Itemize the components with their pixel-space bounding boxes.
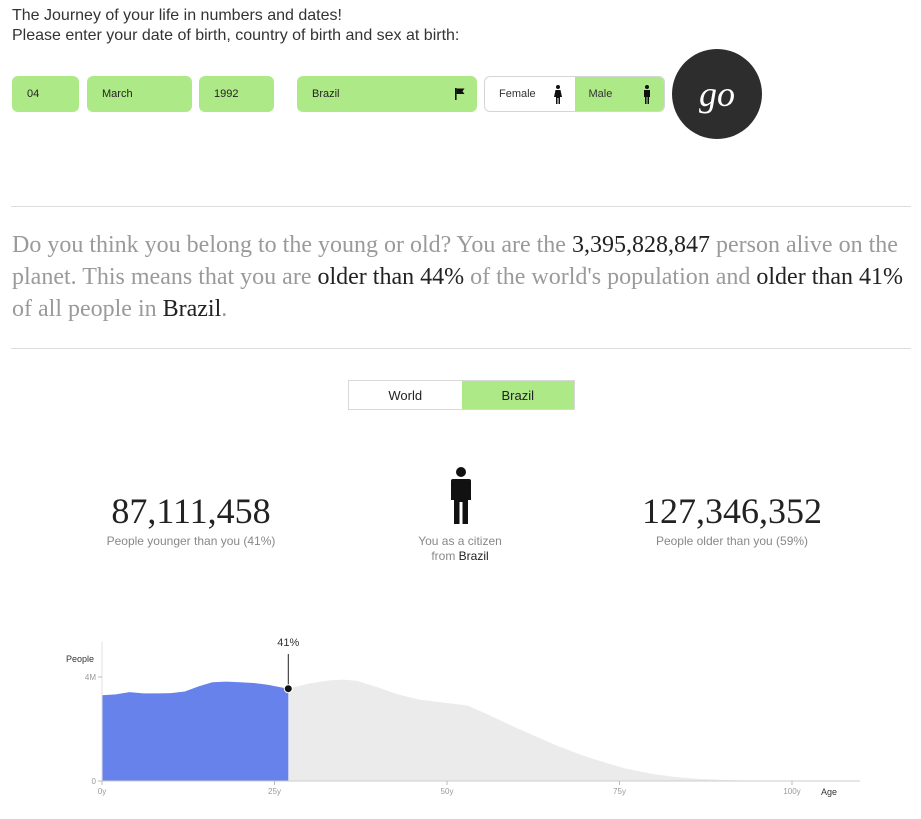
divider	[11, 206, 911, 207]
x-tick-label: 50y	[441, 787, 454, 796]
summary-text-3: of the world's population and	[464, 264, 757, 290]
younger-count: 87,111,458	[111, 491, 271, 531]
citizen-caption: You as a citizen from Brazil	[380, 534, 540, 564]
citizen-line: You as a citizen	[418, 534, 502, 548]
divider	[11, 348, 911, 349]
day-select[interactable]: 04	[12, 76, 79, 112]
intro-title: The Journey of your life in numbers and …	[12, 7, 342, 24]
month-value: March	[102, 88, 133, 100]
x-tick-label: 0y	[98, 787, 106, 796]
country-value: Brazil	[312, 88, 340, 100]
person-icon	[451, 467, 471, 524]
intro-text: The Journey of your life in numbers and …	[12, 6, 459, 46]
summary-country: Brazil	[162, 296, 222, 322]
year-value: 1992	[214, 88, 239, 100]
citizen-country: Brazil	[458, 549, 489, 563]
summary-text-1: Do you think you belong to the young or …	[12, 232, 572, 258]
x-axis-label: Age	[821, 787, 837, 797]
chart-area-older	[288, 679, 827, 781]
day-value: 04	[27, 88, 40, 100]
x-tick-label: 100y	[783, 787, 800, 796]
x-tick-label: 25y	[268, 787, 281, 796]
younger-caption: People younger than you (41%)	[106, 534, 276, 548]
female-icon	[553, 85, 562, 104]
citizen-from: from	[431, 549, 459, 563]
intro-instruction: Please enter your date of birth, country…	[12, 27, 460, 44]
flag-icon	[455, 88, 465, 100]
population-rank: 3,395,828,847	[571, 232, 710, 258]
y-axis-label: People	[66, 654, 94, 664]
country-select[interactable]: Brazil	[297, 76, 477, 112]
marker-dot	[283, 684, 293, 694]
go-label: go	[699, 74, 735, 114]
male-option[interactable]: Male	[574, 77, 664, 111]
male-label: Male	[588, 88, 613, 100]
month-select[interactable]: March	[87, 76, 192, 112]
male-icon	[644, 85, 650, 104]
country-older-percent: older than 41%	[756, 264, 904, 290]
x-tick-label: 75y	[613, 787, 626, 796]
chart-area-younger	[102, 681, 289, 781]
summary-text-5: .	[221, 296, 228, 322]
summary-paragraph: Do you think you belong to the young or …	[12, 229, 907, 325]
y-tick-label: 0	[92, 777, 97, 786]
sex-selector: Female Male	[484, 76, 665, 112]
marker-label: 41%	[277, 637, 299, 649]
older-count: 127,346,352	[642, 491, 822, 531]
summary-text-4: of all people in	[12, 296, 163, 322]
female-label: Female	[499, 88, 536, 100]
tab-world[interactable]: World	[349, 381, 462, 409]
y-tick-label: 4M	[85, 673, 96, 682]
age-distribution-chart: 0 4M 0y 25y 50y 75y 100y People Age 41%	[66, 637, 860, 797]
scope-toggle: World Brazil	[348, 380, 575, 410]
female-option[interactable]: Female	[485, 77, 575, 111]
year-select[interactable]: 1992	[199, 76, 274, 112]
go-button[interactable]: go	[672, 49, 762, 139]
tab-country[interactable]: Brazil	[461, 381, 574, 409]
older-caption: People older than you (59%)	[655, 534, 809, 548]
world-older-percent: older than 44%	[317, 264, 465, 290]
